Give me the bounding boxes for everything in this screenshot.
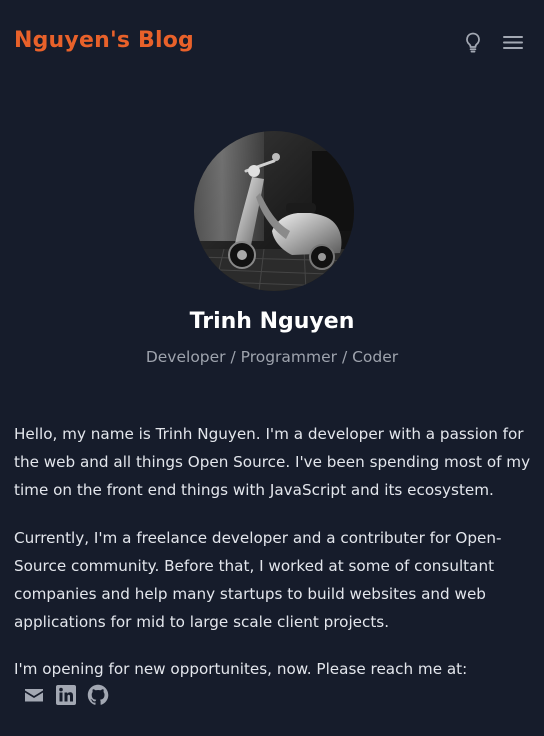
bio-paragraph-current: Currently, I'm a freelance developer and… — [14, 529, 502, 631]
profile-avatar — [194, 131, 354, 291]
profile-name: Trinh Nguyen — [189, 309, 355, 334]
bio-paragraph-contact: I'm opening for new opportunites, now. P… — [14, 660, 468, 678]
profile-role: Developer / Programmer / Coder — [145, 348, 399, 366]
bio-paragraph-intro: Hello, my name is Trinh Nguyen. I'm a de… — [14, 425, 531, 499]
linkedin-icon[interactable] — [54, 683, 78, 707]
page: Nguyen's Blog Trinh Nguyen Developer / P… — [0, 0, 544, 736]
site-header: Nguyen's Blog — [0, 0, 544, 84]
social-links — [22, 683, 110, 707]
blog-title-link[interactable]: Nguyen's Blog — [14, 28, 194, 53]
hamburger-menu-icon[interactable] — [501, 30, 525, 54]
email-icon[interactable] — [22, 683, 46, 707]
github-icon[interactable] — [86, 683, 110, 707]
lightbulb-icon[interactable] — [461, 30, 485, 54]
